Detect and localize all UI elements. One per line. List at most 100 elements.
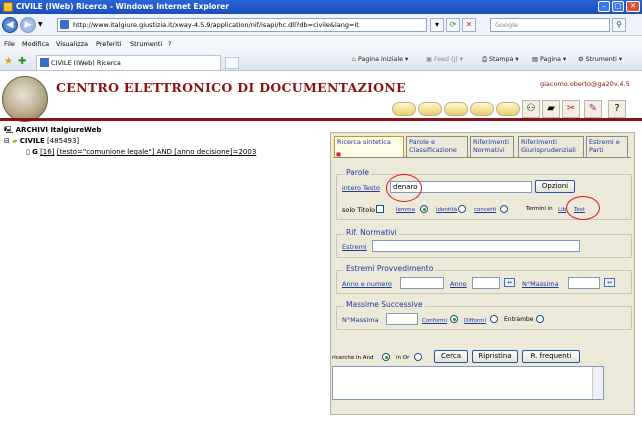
window-title: CIVILE (IWeb) Ricerca - Windows Internet… — [0, 0, 642, 14]
parole-legend: Parole — [344, 168, 371, 177]
tab-riferimenti-normativi[interactable]: Riferimenti Normativi — [470, 136, 514, 158]
entrambe-radio[interactable] — [536, 315, 544, 323]
add-favorite-icon[interactable]: ✚ — [18, 56, 26, 67]
tab-baseline — [333, 157, 631, 158]
feed-icon: ▣ — [426, 56, 434, 63]
nmassima-range-icon[interactable]: ↔ — [604, 278, 615, 287]
query-text[interactable]: [testo="comunione legale"] AND [anno dec… — [57, 148, 257, 156]
estremi-input[interactable] — [372, 240, 580, 252]
tab-riferimenti-giurisprudenziali[interactable]: Riferimenti Giurisprudenziali — [518, 136, 584, 158]
minimize-button[interactable]: – — [598, 1, 610, 12]
toolbar-oval-button-2[interactable] — [418, 102, 442, 116]
page-title: CENTRO ELETTRONICO DI DOCUMENTAZIONE — [56, 80, 406, 95]
feed-label: Feed (J) — [433, 56, 458, 63]
forward-icon[interactable]: ▶ — [20, 17, 36, 33]
tree-archive[interactable]: ⊟ ▰ CIVILE [485493] — [4, 137, 79, 145]
estremi-label[interactable]: Estremi — [342, 243, 367, 251]
difformi-label[interactable]: Difformi — [464, 318, 486, 324]
tab-civile[interactable]: CIVILE (IWeb) Ricerca — [36, 55, 221, 70]
refresh-icon[interactable]: ⟳ — [446, 18, 460, 32]
computer-icon: 🖳 — [4, 126, 14, 134]
conformi-label[interactable]: Conformi — [422, 318, 447, 324]
print-button[interactable]: ⎙ Stampa ▾ — [482, 56, 519, 64]
provvedimento-legend: Estremi Provvedimento — [344, 264, 436, 273]
history-dropdown-icon[interactable]: ▼ — [38, 21, 43, 28]
feed-button[interactable]: ▣ Feed (J) ▾ — [426, 56, 463, 63]
or-radio[interactable] — [414, 353, 422, 361]
cerca-button[interactable]: Cerca — [434, 350, 468, 363]
massime-nmassima-input[interactable] — [386, 313, 418, 325]
page-icon — [60, 20, 69, 29]
link-lib[interactable]: Lib — [558, 207, 566, 213]
concetti-radio[interactable] — [500, 205, 508, 213]
anno-range-icon[interactable]: ↔ — [504, 278, 515, 287]
menu-file[interactable]: File — [4, 40, 15, 48]
tools-label: Strumenti — [585, 56, 617, 63]
tab-parole-classificazione[interactable]: Parole e Classificazione — [406, 136, 468, 158]
massime-legend: Massime Successive — [344, 300, 425, 309]
menu-modifica[interactable]: Modifica — [22, 40, 49, 48]
toolbar-folder-icon[interactable]: ▰ — [542, 100, 560, 118]
conformi-radio[interactable] — [450, 315, 458, 323]
tools-button[interactable]: ⚙ Strumenti ▾ — [578, 56, 622, 63]
frequenti-button[interactable]: R. frequenti — [522, 350, 580, 363]
new-tab-button[interactable] — [225, 57, 239, 69]
menu-preferiti[interactable]: Preferiti — [96, 40, 121, 48]
address-input[interactable]: http://www.italgiure.giustizia.it/xway-4… — [57, 18, 427, 32]
page-button[interactable]: ▤ Pagina ▾ — [532, 56, 566, 63]
concetti-label[interactable]: concetti — [474, 207, 496, 213]
archive-count: [485493] — [46, 137, 80, 145]
scissors-icon[interactable]: ✂ — [562, 100, 580, 118]
toolbar-oval-button-5[interactable] — [496, 102, 520, 116]
menu-strumenti[interactable]: Strumenti — [130, 40, 162, 48]
anno-label[interactable]: Anno — [450, 280, 467, 288]
nmassima-label[interactable]: N°Massima — [522, 280, 559, 288]
lemma-radio[interactable] — [420, 205, 428, 213]
anno-input[interactable] — [472, 277, 500, 289]
print-label: Stampa — [489, 56, 514, 63]
opzioni-button[interactable]: Opzioni — [535, 180, 575, 193]
collapse-icon[interactable]: ⊟ — [4, 137, 10, 145]
maximize-button[interactable]: □ — [612, 1, 624, 12]
back-icon[interactable]: ◀ — [2, 17, 18, 33]
query-textarea[interactable] — [332, 366, 604, 400]
home-button[interactable]: ⌂ Pagina iniziale ▾ — [352, 56, 408, 63]
close-button[interactable]: ✕ — [626, 1, 640, 12]
toolbar-oval-button-4[interactable] — [470, 102, 494, 116]
tree-query[interactable]: ▯ G [16] [testo="comunione legale"] AND … — [26, 148, 256, 156]
stop-icon[interactable]: ✕ — [462, 18, 476, 32]
header-divider — [0, 118, 642, 121]
toolbar-oval-button-3[interactable] — [444, 102, 468, 116]
anno-numero-input[interactable] — [400, 277, 444, 289]
nmassima-input[interactable] — [568, 277, 600, 289]
and-radio[interactable] — [382, 353, 390, 361]
menu-help[interactable]: ? — [168, 40, 171, 48]
anno-numero-label[interactable]: Anno e numero — [342, 280, 392, 288]
tab-ricerca-sintetica[interactable]: Ricerca sintetica — [334, 136, 404, 158]
identita-radio[interactable] — [458, 205, 466, 213]
menu-bar: File Modifica Visualizza Preferiti Strum… — [0, 37, 642, 51]
toolbar-oval-button-1[interactable] — [392, 102, 416, 116]
address-dropdown-icon[interactable]: ▾ — [430, 18, 444, 32]
tab-estremi-parti[interactable]: Estremi e Parti — [586, 136, 628, 158]
eraser-icon[interactable]: ✎ — [584, 100, 602, 118]
gear-icon: ⚙ — [578, 56, 586, 63]
difformi-radio[interactable] — [490, 315, 498, 323]
textarea-scrollbar[interactable] — [592, 367, 603, 399]
favorites-star-icon[interactable]: ★ — [4, 56, 13, 67]
intero-testo-label[interactable]: intero Testo — [342, 184, 380, 192]
archive-name: CIVILE — [19, 137, 45, 145]
search-input[interactable]: Google — [490, 18, 610, 32]
menu-visualizza[interactable]: Visualizza — [56, 40, 88, 48]
identita-label[interactable]: identità — [436, 207, 457, 213]
query-count[interactable]: [16] — [40, 148, 54, 156]
toolbar-group-icon[interactable]: ⚇ — [522, 100, 540, 118]
help-icon[interactable]: ? — [608, 100, 626, 118]
solo-titolo-checkbox[interactable] — [376, 205, 384, 213]
entrambe-label: Entrambe — [504, 316, 534, 323]
search-icon[interactable]: ⚲ — [612, 18, 626, 32]
annotation-circle-denaro — [386, 174, 422, 202]
tree-root[interactable]: 🖳 ARCHIVI ItalgiureWeb — [4, 126, 101, 137]
ripristina-button[interactable]: Ripristina — [472, 350, 518, 363]
lemma-label[interactable]: lemma — [396, 207, 415, 213]
